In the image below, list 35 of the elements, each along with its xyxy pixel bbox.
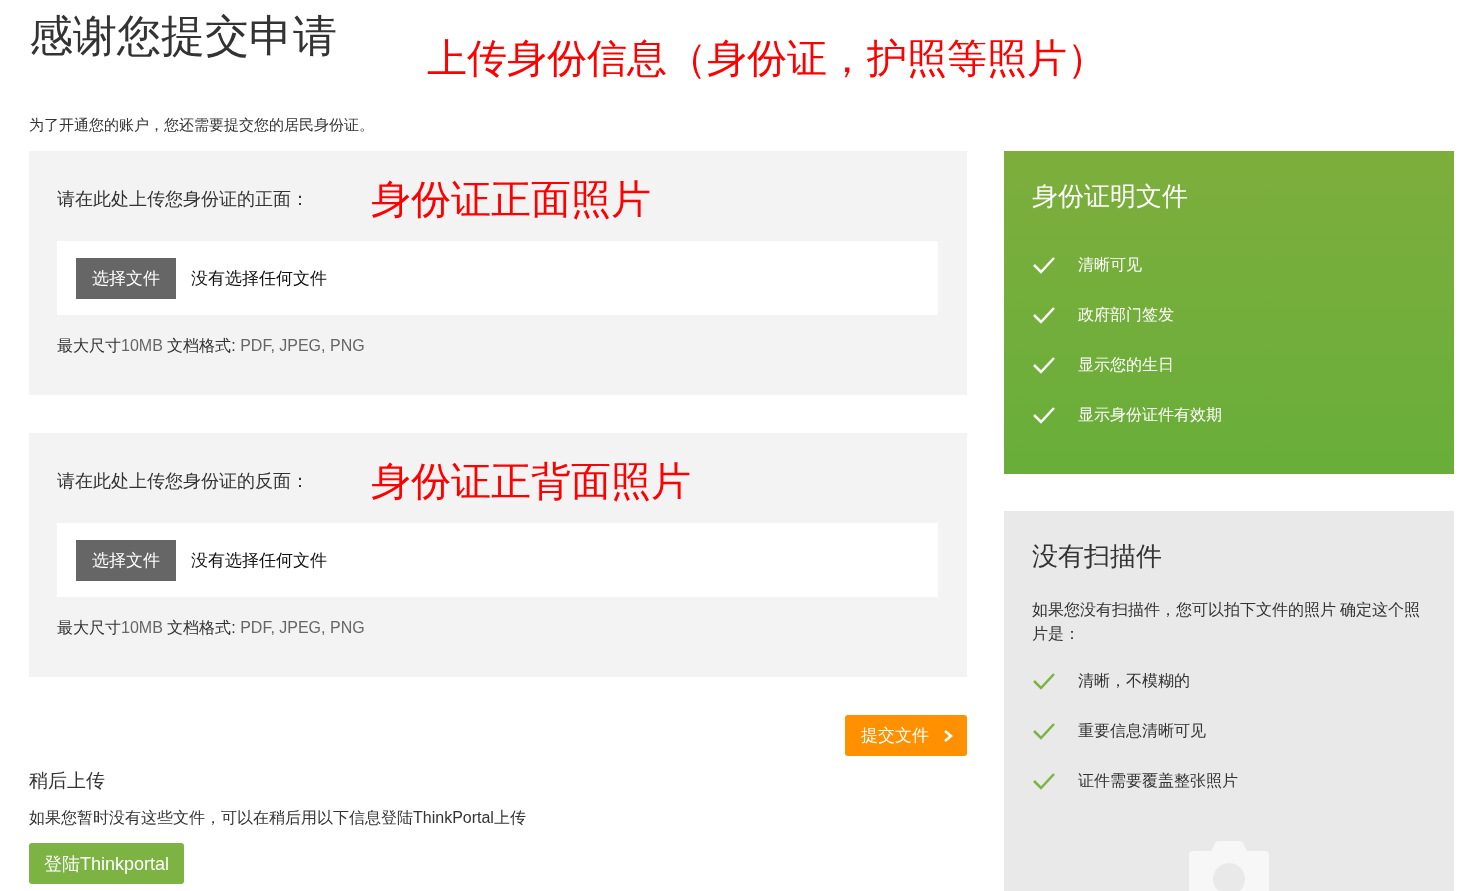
file-hint-text: 最大尺寸10MB 文档格式: PDF, JPEG, PNG: [57, 336, 366, 356]
annotation-text: 上传身份信息（身份证，护照等照片）: [427, 35, 1107, 82]
choose-file-button[interactable]: 选择文件: [76, 539, 176, 581]
check-icon: [1032, 671, 1056, 691]
requirement-text: 证件需要覆盖整张照片: [1078, 770, 1238, 791]
requirement-text: 重要信息清晰可见: [1078, 720, 1206, 741]
subtitle-text: 为了开通您的账户，您还需要提交您的居民身份证。: [29, 116, 375, 135]
requirement-text: 显示您的生日: [1078, 354, 1174, 375]
file-status-text: 没有选择任何文件: [191, 549, 327, 572]
choose-file-button[interactable]: 选择文件: [76, 257, 176, 299]
panel-title: 没有扫描件: [1032, 540, 1163, 573]
check-icon: [1032, 771, 1056, 791]
requirement-text: 清晰，不模糊的: [1078, 670, 1190, 691]
annotation-text: 身份证正背面照片: [371, 457, 691, 505]
chevron-right-icon: [943, 728, 953, 743]
check-icon: [1032, 255, 1056, 275]
requirement-text: 清晰可见: [1078, 254, 1142, 275]
page-title: 感谢您提交申请: [29, 10, 337, 62]
later-title: 稍后上传: [29, 769, 106, 793]
panel-title: 身份证明文件: [1032, 180, 1189, 213]
check-icon: [1032, 305, 1056, 325]
file-status-text: 没有选择任何文件: [191, 267, 327, 290]
check-icon: [1032, 405, 1056, 425]
file-input-field[interactable]: 选择文件 没有选择任何文件: [57, 241, 938, 315]
file-hint-text: 最大尺寸10MB 文档格式: PDF, JPEG, PNG: [57, 618, 366, 638]
later-text: 如果您暂时没有这些文件，可以在稍后用以下信息登陆ThinkPortal上传: [29, 808, 527, 828]
requirement-text: 政府部门签发: [1078, 304, 1174, 325]
check-icon: [1032, 355, 1056, 375]
file-input-field[interactable]: 选择文件 没有选择任何文件: [57, 523, 938, 597]
upload-label: 请在此处上传您身份证的反面：: [57, 470, 309, 493]
requirement-text: 显示身份证件有效期: [1078, 404, 1222, 425]
upload-label: 请在此处上传您身份证的正面：: [57, 188, 309, 211]
check-icon: [1032, 721, 1056, 741]
annotation-text: 身份证正面照片: [371, 175, 651, 223]
scan-text: 如果您没有扫描件，您可以拍下文件的照片 确定这个照片是：: [1032, 600, 1422, 644]
